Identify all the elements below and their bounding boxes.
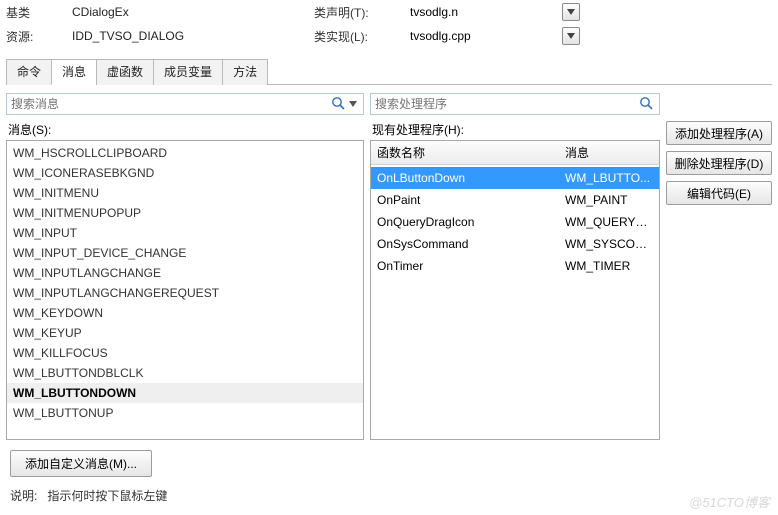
handlers-header: 函数名称 消息: [371, 141, 659, 165]
messages-label: 消息(S):: [8, 121, 364, 138]
list-item[interactable]: WM_INPUTLANGCHANGE: [7, 263, 363, 283]
table-row[interactable]: OnQueryDragIconWM_QUERYD...: [371, 211, 659, 233]
list-item[interactable]: WM_KILLFOCUS: [7, 343, 363, 363]
tab-方法[interactable]: 方法: [222, 59, 268, 85]
col-function[interactable]: 函数名称: [371, 141, 559, 164]
search-icon[interactable]: [329, 96, 347, 113]
list-item[interactable]: WM_INPUT_DEVICE_CHANGE: [7, 243, 363, 263]
list-item[interactable]: WM_KEYUP: [7, 323, 363, 343]
list-item[interactable]: WM_LBUTTONDOWN: [7, 383, 363, 403]
add-custom-message-button[interactable]: 添加自定义消息(M)...: [10, 450, 152, 477]
form-row-resource: 资源: IDD_TVSO_DIALOG 类实现(L): tvsodlg.cpp: [6, 24, 772, 48]
table-row[interactable]: OnSysCommandWM_SYSCOM...: [371, 233, 659, 255]
col-message[interactable]: 消息: [559, 141, 659, 164]
handlers-label: 现有处理程序(H):: [372, 121, 660, 138]
list-item[interactable]: WM_INITMENUPOPUP: [7, 203, 363, 223]
button-column: 添加处理程序(A) 删除处理程序(D) 编辑代码(E): [666, 93, 772, 440]
handlers-column: 现有处理程序(H): 函数名称 消息 OnLButtonDownWM_LBUTT…: [370, 93, 660, 440]
table-row[interactable]: OnLButtonDownWM_LBUTTO...: [371, 167, 659, 189]
list-item[interactable]: WM_ICONERASEBKGND: [7, 163, 363, 183]
list-item[interactable]: WM_LBUTTONDBLCLK: [7, 363, 363, 383]
label-class-impl: 类实现(L):: [314, 28, 404, 45]
search-dropdown[interactable]: [347, 101, 359, 107]
add-handler-button[interactable]: 添加处理程序(A): [666, 121, 772, 145]
list-item[interactable]: WM_LBUTTONUP: [7, 403, 363, 423]
value-class-decl: tvsodlg.n: [408, 2, 558, 22]
tab-命令[interactable]: 命令: [6, 59, 52, 85]
explain-text: 指示何时按下鼠标左键: [47, 489, 167, 503]
search-handlers[interactable]: [370, 93, 660, 115]
label-base-class: 基类: [6, 4, 66, 21]
table-row[interactable]: OnPaintWM_PAINT: [371, 189, 659, 211]
search-messages-input[interactable]: [11, 97, 329, 111]
messages-column: 消息(S): WM_HSCROLLCLIPBOARDWM_ICONERASEBK…: [6, 93, 364, 440]
explain-label: 说明:: [10, 489, 37, 503]
watermark: @51CTO博客: [689, 492, 770, 511]
value-base-class: CDialogEx: [70, 2, 250, 22]
main-panel: 消息(S): WM_HSCROLLCLIPBOARDWM_ICONERASEBK…: [0, 85, 778, 444]
delete-handler-button[interactable]: 删除处理程序(D): [666, 151, 772, 175]
tab-成员变量[interactable]: 成员变量: [153, 59, 223, 85]
search-messages[interactable]: [6, 93, 364, 115]
messages-list[interactable]: WM_HSCROLLCLIPBOARDWM_ICONERASEBKGNDWM_I…: [6, 140, 364, 440]
bottom-area: 添加自定义消息(M)... 说明: 指示何时按下鼠标左键: [0, 444, 778, 510]
list-item[interactable]: WM_INITMENU: [7, 183, 363, 203]
list-item[interactable]: WM_HSCROLLCLIPBOARD: [7, 143, 363, 163]
top-form: 基类 CDialogEx 类声明(T): tvsodlg.n 资源: IDD_T…: [0, 0, 778, 56]
chevron-down-icon: [567, 9, 575, 15]
label-resource: 资源:: [6, 28, 66, 45]
handlers-list[interactable]: 函数名称 消息 OnLButtonDownWM_LBUTTO...OnPaint…: [370, 140, 660, 440]
chevron-down-icon: [349, 101, 357, 107]
tab-消息[interactable]: 消息: [51, 59, 97, 85]
search-handlers-input[interactable]: [375, 97, 637, 111]
list-item[interactable]: WM_INPUTLANGCHANGEREQUEST: [7, 283, 363, 303]
explain-row: 说明: 指示何时按下鼠标左键: [10, 487, 768, 504]
label-class-decl: 类声明(T):: [314, 4, 404, 21]
tab-bar: 命令消息虚函数成员变量方法: [6, 58, 772, 85]
chevron-down-icon: [567, 33, 575, 39]
value-resource: IDD_TVSO_DIALOG: [70, 26, 250, 46]
dropdown-class-decl[interactable]: [562, 3, 580, 21]
tab-虚函数[interactable]: 虚函数: [96, 59, 154, 85]
value-class-impl: tvsodlg.cpp: [408, 26, 558, 46]
edit-code-button[interactable]: 编辑代码(E): [666, 181, 772, 205]
dropdown-class-impl[interactable]: [562, 27, 580, 45]
search-icon[interactable]: [637, 96, 655, 113]
list-item[interactable]: WM_INPUT: [7, 223, 363, 243]
table-row[interactable]: OnTimerWM_TIMER: [371, 255, 659, 277]
list-item[interactable]: WM_KEYDOWN: [7, 303, 363, 323]
form-row-base: 基类 CDialogEx 类声明(T): tvsodlg.n: [6, 0, 772, 24]
